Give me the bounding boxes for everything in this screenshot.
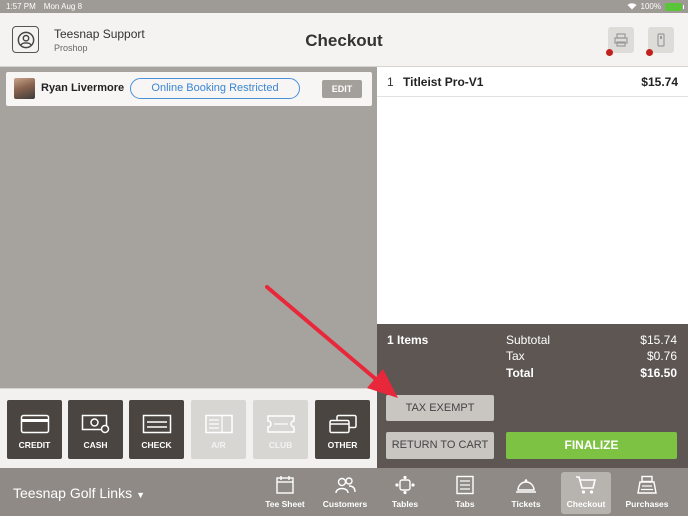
printer-icon [614, 33, 628, 47]
subtotal-label: Subtotal [506, 333, 551, 347]
other-label: OTHER [327, 440, 358, 450]
nav-purchases-label: Purchases [625, 499, 669, 509]
other-cards-icon [328, 414, 357, 434]
page-title: Checkout [305, 31, 383, 50]
nav-customers[interactable]: Customers [320, 472, 370, 514]
total-row: Total $16.50 [506, 366, 677, 380]
online-booking-badge: Online Booking Restricted [130, 78, 300, 99]
finalize-button[interactable]: FINALIZE [506, 432, 677, 459]
nav-customers-label: Customers [322, 499, 368, 509]
register-icon [637, 475, 657, 494]
club-ticket-icon [266, 415, 295, 433]
nav-checkout-label: Checkout [566, 499, 606, 509]
cart-icon [576, 476, 597, 494]
status-bar: 1:57 PM Mon Aug 8 100% [0, 0, 688, 13]
status-time: 1:57 PM [6, 2, 36, 11]
check-button[interactable]: CHECK [129, 400, 184, 459]
nav-purchases[interactable]: Purchases [622, 472, 672, 514]
customers-icon [335, 477, 356, 494]
tax-value: $0.76 [646, 349, 677, 363]
customer-name: Ryan Livermore [41, 82, 125, 94]
cash-label: CASH [83, 440, 108, 450]
cart-list: 1 Titleist Pro-V1 $15.74 [377, 67, 688, 324]
printer-status-dot [606, 49, 613, 56]
total-label: Total [506, 366, 534, 380]
check-label: CHECK [141, 440, 172, 450]
nav-tables-label: Tables [391, 499, 419, 509]
order-summary: 1 Items Subtotal $15.74 Tax $0.76 Total … [377, 324, 688, 468]
ar-button[interactable]: A/R [191, 400, 246, 459]
cart-item-qty: 1 [387, 74, 394, 89]
credit-card-icon [20, 414, 49, 434]
customer-card: Ryan Livermore Online Booking Restricted… [6, 72, 372, 106]
other-button[interactable]: OTHER [315, 400, 370, 459]
credit-label: CREDIT [18, 440, 51, 450]
cash-button[interactable]: CASH [68, 400, 123, 459]
tax-label: Tax [506, 349, 525, 363]
header: Teesnap Support Proshop Checkout [0, 13, 688, 67]
calendar-icon [276, 476, 294, 494]
printer-button[interactable] [606, 27, 634, 56]
customer-avatar [14, 78, 35, 99]
battery-percent: 100% [640, 2, 661, 11]
nav-checkout[interactable]: Checkout [561, 472, 611, 514]
tax-row: Tax $0.76 [506, 349, 677, 363]
nav-tee-sheet[interactable]: Tee Sheet [260, 472, 310, 514]
bottom-nav: Teesnap Golf Links ▼ Tee Sheet Customers … [0, 468, 688, 516]
cart-item-price: $15.74 [641, 74, 678, 89]
ar-ledger-icon [204, 414, 233, 434]
cash-drawer-button[interactable] [646, 27, 674, 56]
club-button[interactable]: CLUB [253, 400, 308, 459]
subtotal-value: $15.74 [640, 333, 677, 347]
nav-tabs[interactable]: Tabs [440, 472, 490, 514]
return-to-cart-button[interactable]: RETURN TO CART [386, 432, 494, 459]
tabs-icon [456, 475, 474, 495]
battery-icon [665, 2, 684, 11]
nav-tabs-label: Tabs [455, 499, 475, 509]
payment-methods-bar: CREDIT CASH CHECK A/R CLUB OTHER [0, 388, 377, 468]
edit-customer-button[interactable]: EDIT [322, 80, 362, 98]
cash-icon [81, 414, 109, 434]
status-date: Mon Aug 8 [43, 2, 83, 11]
caret-down-icon: ▼ [136, 490, 145, 500]
subtotal-row: Subtotal $15.74 [506, 333, 677, 347]
club-label: CLUB [268, 440, 293, 450]
location-name: Teesnap Golf Links [13, 485, 133, 501]
tax-exempt-button[interactable]: TAX EXEMPT [386, 395, 494, 421]
card-reader-icon [657, 33, 665, 47]
tickets-icon [516, 479, 536, 493]
nav-tickets-label: Tickets [511, 499, 541, 509]
nav-tickets[interactable]: Tickets [501, 472, 551, 514]
total-value: $16.50 [640, 366, 677, 380]
check-icon [142, 414, 171, 434]
cart-item-name: Titleist Pro-V1 [403, 74, 484, 89]
nav-tables[interactable]: Tables [380, 472, 430, 514]
wifi-icon [627, 2, 637, 12]
tables-icon [395, 475, 415, 495]
ar-label: A/R [211, 440, 226, 450]
items-count: 1 Items [387, 333, 429, 347]
credit-button[interactable]: CREDIT [7, 400, 62, 459]
location-selector[interactable]: Teesnap Golf Links ▼ [13, 485, 145, 501]
card-reader-status-dot [646, 49, 653, 56]
cart-item[interactable]: 1 Titleist Pro-V1 $15.74 [377, 67, 688, 97]
nav-tee-sheet-label: Tee Sheet [265, 499, 305, 509]
